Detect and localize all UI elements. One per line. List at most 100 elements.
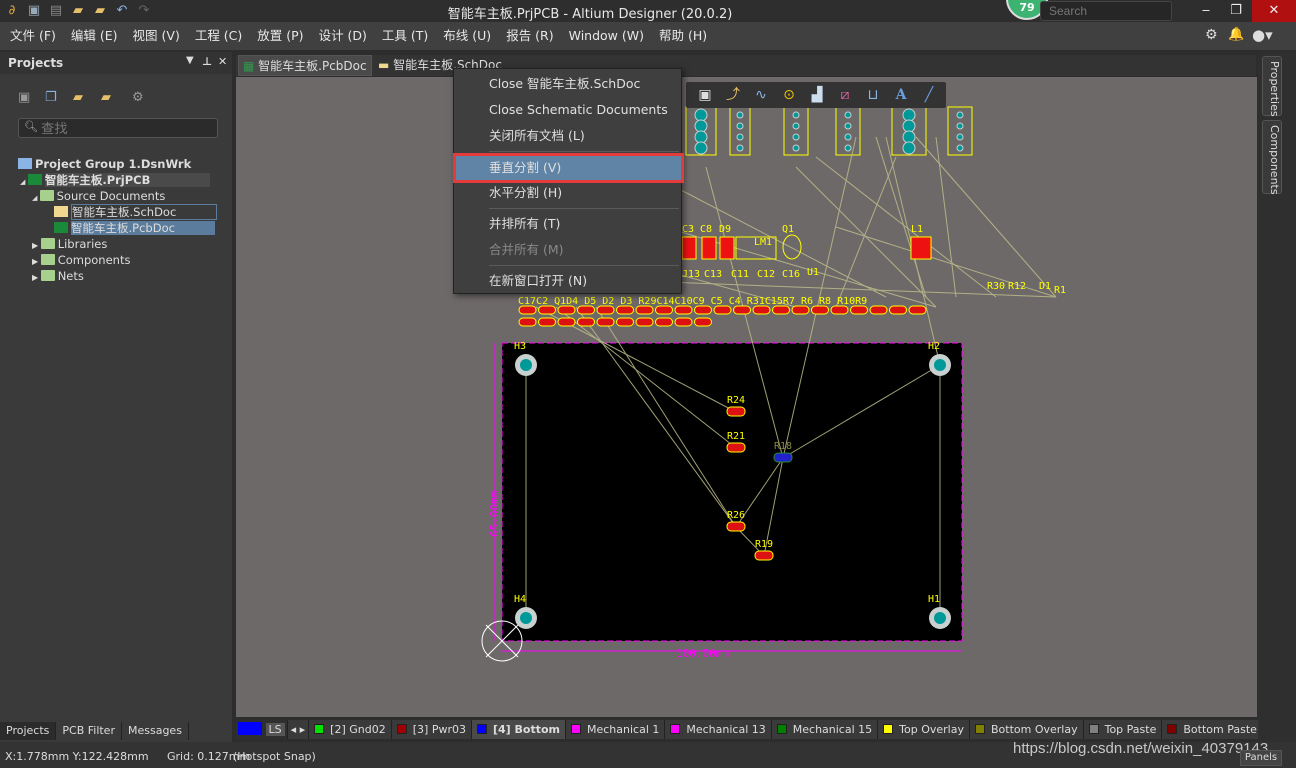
menu-close-all-documents[interactable]: 关闭所有文档 (L)	[454, 123, 683, 149]
collapse-arrow-icon[interactable]: ▶	[32, 273, 41, 282]
menu-route[interactable]: 布线 (U)	[438, 22, 496, 50]
layer-tab[interactable]: Mechanical 1	[565, 720, 666, 739]
settings-gear-icon[interactable]: ⚙	[132, 90, 148, 106]
ratsnest-line	[935, 136, 957, 298]
current-layer-swatch[interactable]: LS	[236, 720, 288, 739]
menu-split-vertical[interactable]: 垂直分割 (V)	[453, 153, 684, 183]
text-string-icon[interactable]: A	[892, 86, 910, 104]
save-project-icon[interactable]: ▣	[18, 90, 34, 106]
explore-folder-icon[interactable]: ▰	[73, 90, 89, 106]
via-icon[interactable]: ⊙	[780, 86, 798, 104]
menu-close-schematic-documents[interactable]: Close Schematic Documents	[454, 97, 683, 123]
search-input[interactable]	[1040, 1, 1172, 21]
pin-icon[interactable]: ⊥	[202, 55, 212, 68]
layer-tab[interactable]: [4] Bottom	[471, 720, 566, 739]
menu-project[interactable]: 工程 (C)	[190, 22, 247, 50]
menu-open-in-new-window[interactable]: 在新窗口打开 (N)	[454, 268, 683, 294]
expand-arrow-icon[interactable]: ◢	[20, 178, 28, 186]
menu-split-horizontal[interactable]: 水平分割 (H)	[454, 180, 683, 206]
tab-context-menu: Close 智能车主板.SchDoc Close Schematic Docum…	[453, 68, 684, 294]
smd-pad	[752, 305, 771, 315]
route-track-icon[interactable]: ⤴	[724, 86, 742, 104]
layer-color-swatch	[776, 724, 787, 734]
tab-projects[interactable]: Projects	[0, 722, 57, 740]
restore-button[interactable]: ❐	[1218, 0, 1254, 22]
smd-pad	[557, 305, 576, 315]
layer-tab[interactable]: Top Overlay	[878, 720, 970, 739]
tab-pcb-filter[interactable]: PCB Filter	[56, 722, 122, 740]
menu-view[interactable]: 视图 (V)	[128, 22, 185, 50]
user-account-icon[interactable]: ●▾	[1252, 26, 1273, 44]
pad	[956, 111, 964, 119]
close-panel-icon[interactable]: ✕	[218, 55, 227, 68]
pad	[694, 130, 708, 144]
schematic-doc-icon	[54, 206, 68, 217]
pad	[792, 144, 800, 152]
expand-arrow-icon[interactable]: ◢	[32, 194, 40, 202]
component-icon[interactable]: ▣	[696, 86, 714, 104]
menu-tools[interactable]: 工具 (T)	[377, 22, 433, 50]
notifications-bell-icon[interactable]: 🔔	[1228, 27, 1244, 42]
pcb-drawing[interactable]: 100.00mm 65.00mm H3 H2 H4 H1 R24 R21 R18 R26 R1…	[236, 77, 1257, 717]
layer-color-swatch	[974, 724, 985, 734]
tree-project-group[interactable]: Project Group 1.DsnWrk	[0, 156, 232, 172]
pad	[902, 119, 916, 133]
settings-gear-icon[interactable]: ⚙	[1205, 27, 1218, 43]
tab-components[interactable]: Components	[1262, 120, 1282, 195]
layer-tab[interactable]: Mechanical 13	[665, 720, 772, 739]
resistor-label: R19	[755, 539, 773, 550]
tree-schdoc[interactable]: 智能车主板.SchDoc	[0, 204, 232, 220]
folder-settings-icon[interactable]: ▰	[101, 90, 117, 106]
menu-tile-all[interactable]: 并排所有 (T)	[454, 211, 683, 237]
close-button[interactable]: ✕	[1252, 0, 1296, 22]
tree-components[interactable]: ▶ Components	[0, 252, 232, 268]
menu-place[interactable]: 放置 (P)	[252, 22, 308, 50]
fill-icon[interactable]: ▟	[808, 86, 826, 104]
layer-color-swatch	[314, 724, 325, 734]
project-documents-icon[interactable]: ❐	[45, 90, 61, 106]
layer-scroll-buttons[interactable]: ◂ ▸	[287, 720, 310, 739]
panels-button[interactable]: Panels	[1240, 750, 1282, 766]
connection-icon[interactable]: ⧄	[836, 86, 854, 104]
interactive-routing-icon[interactable]: ∿	[752, 86, 770, 104]
layer-tab[interactable]: Top Paste	[1083, 720, 1163, 739]
layer-tab[interactable]: [3] Pwr03	[391, 720, 472, 739]
tree-project[interactable]: ◢ 智能车主板.PrjPCB	[0, 172, 232, 188]
tree-nets[interactable]: ▶ Nets	[0, 268, 232, 284]
menu-close-schdoc[interactable]: Close 智能车主板.SchDoc	[454, 71, 683, 97]
menu-help[interactable]: 帮助 (H)	[654, 22, 712, 50]
dimension-icon[interactable]: ⊔	[864, 86, 882, 104]
tree-source-documents[interactable]: ◢ Source Documents	[0, 188, 232, 204]
menu-design[interactable]: 设计 (D)	[314, 22, 372, 50]
component-label: C13	[704, 269, 722, 280]
menu-window[interactable]: Window (W)	[564, 22, 649, 50]
collapse-arrow-icon[interactable]: ▶	[32, 257, 41, 266]
layer-tab[interactable]: Mechanical 15	[771, 720, 879, 739]
tab-pcbdoc[interactable]: ▦ 智能车主板.PcbDoc	[238, 55, 372, 76]
project-search-input[interactable]	[18, 118, 218, 138]
layer-color-swatch	[570, 724, 581, 734]
collapse-arrow-icon[interactable]: ▶	[32, 241, 41, 250]
layer-tab[interactable]: Bottom Paste	[1162, 720, 1258, 739]
tab-messages[interactable]: Messages	[121, 722, 189, 740]
tab-properties[interactable]: Properties	[1262, 56, 1282, 117]
tree-libraries[interactable]: ▶ Libraries	[0, 236, 232, 252]
hole-label: H2	[928, 341, 940, 352]
pcb-canvas[interactable]: 100.00mm 65.00mm H3 H2 H4 H1 R24 R21 R18 R26 R1…	[236, 77, 1257, 717]
panel-menu-icon[interactable]: ▼	[186, 55, 194, 66]
layer-tab[interactable]: [2] Gnd02	[309, 720, 392, 739]
capacitor-footprint	[681, 236, 697, 260]
line-icon[interactable]: ╱	[920, 86, 938, 104]
smd-pad	[869, 305, 888, 315]
smd-pad	[596, 305, 615, 315]
pad	[956, 144, 964, 152]
layer-tab[interactable]: Bottom Overlay	[969, 720, 1084, 739]
smd-pad	[694, 317, 712, 327]
right-panel-strip: Properties Components	[1258, 52, 1296, 742]
menu-file[interactable]: 文件 (F)	[5, 22, 61, 50]
pad	[736, 122, 744, 130]
smd-pad	[674, 317, 693, 327]
tree-pcbdoc[interactable]: 智能车主板.PcbDoc	[0, 220, 232, 236]
menu-edit[interactable]: 编辑 (E)	[66, 22, 123, 50]
menu-reports[interactable]: 报告 (R)	[501, 22, 558, 50]
